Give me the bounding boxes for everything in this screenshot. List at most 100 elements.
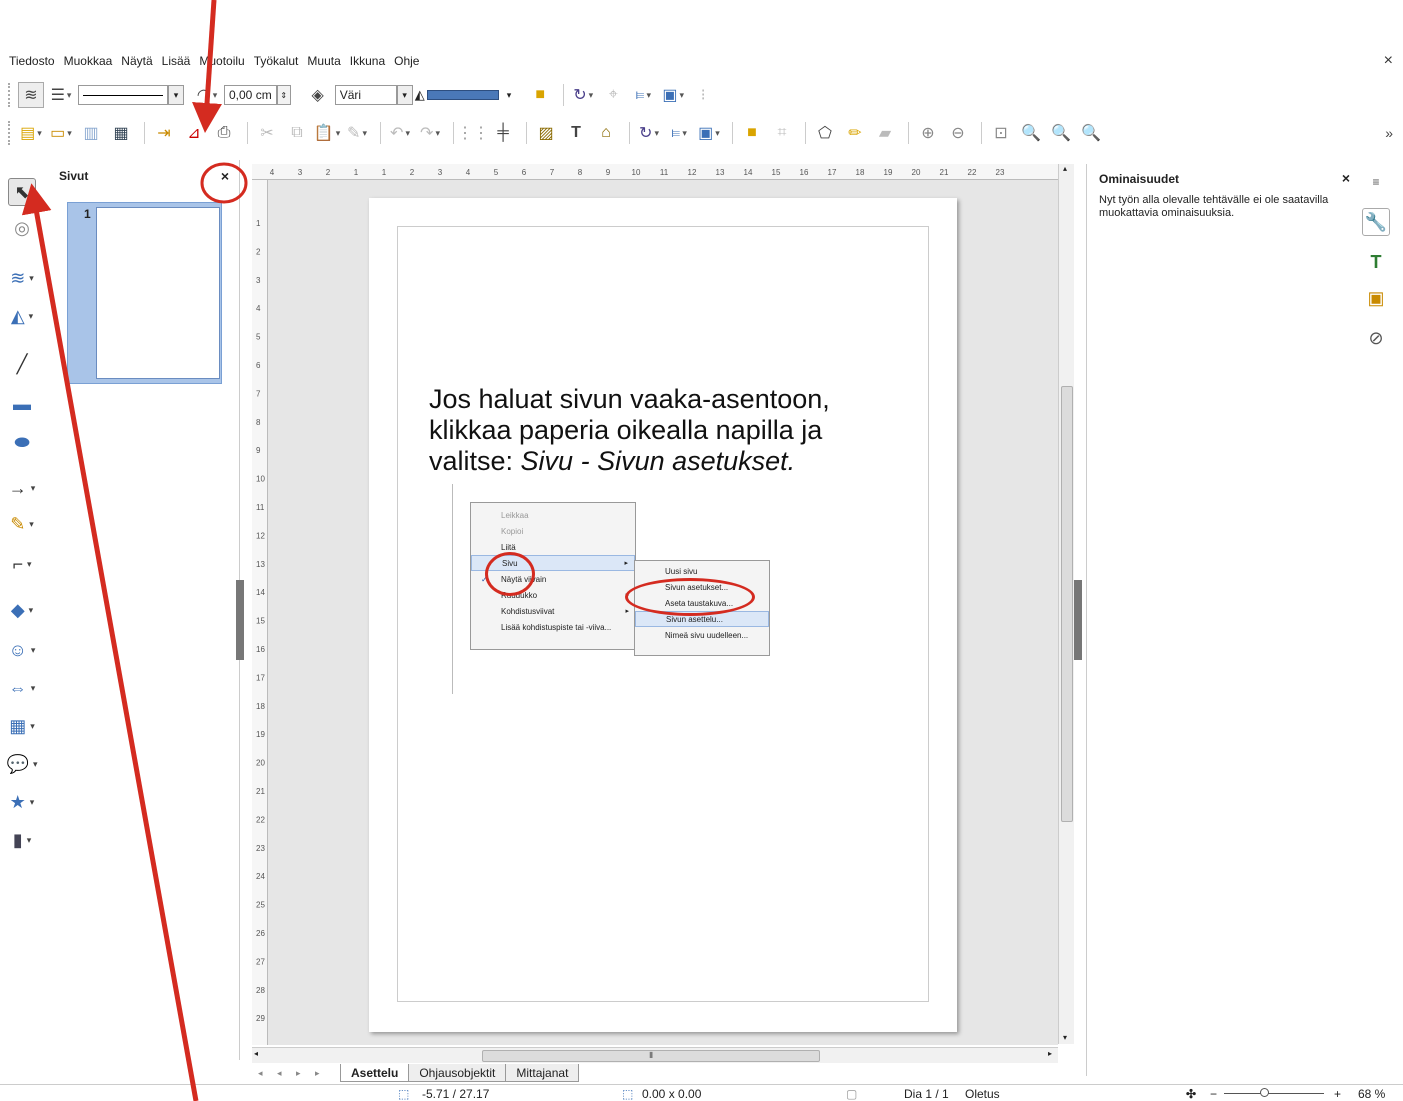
- pane-splitter[interactable]: [236, 580, 244, 660]
- slide-thumbnail[interactable]: 1: [67, 202, 222, 384]
- copy-icon[interactable]: ⧉: [284, 120, 310, 146]
- arrange-icon[interactable]: ▣: [660, 82, 686, 108]
- arrange-icon[interactable]: ▣: [696, 120, 722, 146]
- group-icon[interactable]: ⊕: [915, 120, 941, 146]
- instruction-text[interactable]: Jos haluat sivun vaaka-asentoon, klikkaa…: [429, 384, 929, 477]
- fill-color-icon[interactable]: ◭ ▾: [8, 302, 36, 330]
- line-tool-icon[interactable]: ╱: [8, 350, 36, 378]
- open-icon[interactable]: ▭: [48, 120, 74, 146]
- glue-point-icon[interactable]: ⌖: [600, 82, 626, 108]
- align-icon[interactable]: ⫢: [630, 82, 656, 108]
- basic-shapes-icon[interactable]: ◆ ▾: [8, 596, 36, 624]
- master-name[interactable]: Oletus: [965, 1087, 1000, 1101]
- styles-icon[interactable]: ≋: [18, 82, 44, 108]
- points-icon[interactable]: ⬠: [812, 120, 838, 146]
- scroll-left-icon[interactable]: ◂: [254, 1049, 258, 1058]
- tab-layout[interactable]: Asettelu: [340, 1064, 410, 1082]
- menu-tyokalut[interactable]: Työkalut: [254, 54, 299, 68]
- tab-dimension-lines[interactable]: Mittajanat: [505, 1064, 580, 1082]
- undo-icon[interactable]: ↶: [387, 120, 413, 146]
- zoom-object-icon[interactable]: 🔍: [1078, 120, 1104, 146]
- save-as-icon[interactable]: ▦: [108, 120, 134, 146]
- sidebar-menu-icon[interactable]: ≡: [1362, 168, 1390, 196]
- tab-controls[interactable]: Ohjausobjektit: [408, 1064, 507, 1082]
- rectangle-tool-icon[interactable]: ▬: [8, 390, 36, 418]
- fill-bucket-icon[interactable]: ◭: [415, 87, 425, 103]
- arrow-line-icon[interactable]: → ▾: [8, 474, 36, 502]
- block-arrows-icon[interactable]: ⇔ ▾: [8, 674, 36, 702]
- menu-muuta[interactable]: Muuta: [307, 54, 340, 68]
- navigator-icon[interactable]: ⊘: [1362, 324, 1390, 352]
- curve-tool-icon[interactable]: ✎ ▾: [8, 510, 36, 538]
- clone-formatting-icon[interactable]: ✎: [344, 120, 370, 146]
- align-icon[interactable]: ⫢: [666, 120, 692, 146]
- menu-muotoilu[interactable]: Muotoilu: [199, 54, 244, 68]
- zoom-icon[interactable]: 🔍: [1018, 120, 1044, 146]
- menu-nayta[interactable]: Näytä: [121, 54, 152, 68]
- vertical-ruler[interactable]: 1 2 3 4 5 6 7 8 9 10 11 12 13 14 15 16 17 18 19 20 21 22 23 24 2…: [252, 180, 268, 1045]
- sidebar-close-button[interactable]: ×: [1342, 170, 1350, 186]
- save-icon[interactable]: ▥: [78, 120, 104, 146]
- zoom-in-button[interactable]: +: [1334, 1087, 1341, 1101]
- paste-icon[interactable]: 📋: [314, 120, 340, 146]
- slide-pane-close-button[interactable]: ×: [221, 168, 229, 184]
- more-tools-icon[interactable]: »: [1385, 125, 1393, 141]
- select-icon[interactable]: ⬉: [8, 178, 36, 206]
- close-document-button[interactable]: ×: [1384, 52, 1393, 70]
- menu-lisaa[interactable]: Lisää: [162, 54, 191, 68]
- connector-tool-icon[interactable]: ⌐ ▾: [8, 550, 36, 578]
- symbol-shapes-icon[interactable]: ☺ ▾: [8, 636, 36, 664]
- zoom-level[interactable]: 68 %: [1358, 1087, 1385, 1101]
- distribute-icon[interactable]: ⁝: [690, 82, 716, 108]
- fit-page-icon[interactable]: ✣: [1186, 1087, 1196, 1101]
- page-icon[interactable]: ⊡: [988, 120, 1014, 146]
- ungroup-icon[interactable]: ⊖: [945, 120, 971, 146]
- ellipse-tool-icon[interactable]: ⬬: [8, 428, 36, 456]
- new-icon[interactable]: ▤: [18, 120, 44, 146]
- zoom-page-icon[interactable]: 🔍: [1048, 120, 1074, 146]
- flowchart-icon[interactable]: ▦ ▾: [8, 712, 36, 740]
- scroll-up-icon[interactable]: ▴: [1063, 164, 1067, 173]
- fill-color-select[interactable]: [426, 90, 499, 100]
- horizontal-scrollbar[interactable]: ◂ ⫴ ▸: [252, 1047, 1058, 1063]
- area-style-select[interactable]: Väri: [334, 85, 397, 105]
- document-modified-icon[interactable]: ▢: [846, 1087, 857, 1101]
- chevron-down-icon[interactable]: ▾: [507, 90, 512, 101]
- vertical-scrollbar[interactable]: ▴ ▾: [1058, 164, 1074, 1044]
- properties-icon[interactable]: 🔧: [1362, 208, 1390, 236]
- show-draw-functions-icon[interactable]: ✏: [842, 120, 868, 146]
- menu-ohje[interactable]: Ohje: [394, 54, 419, 68]
- toolbar-grip[interactable]: [8, 121, 12, 145]
- image-icon[interactable]: ▨: [533, 120, 559, 146]
- textbox-icon[interactable]: T: [563, 120, 589, 146]
- horizontal-ruler[interactable]: 4 3 2 1 1 2 3 4 5 6 7 8 9 10 11 12 13 14 15 16 17 18 19 20 21 22 2…: [252, 164, 1067, 180]
- scroll-down-icon[interactable]: ▾: [1063, 1033, 1067, 1042]
- menu-muokkaa[interactable]: Muokkaa: [64, 54, 113, 68]
- sidebar-splitter[interactable]: [1074, 580, 1082, 660]
- horizontal-scroll-thumb[interactable]: ⫴: [482, 1050, 820, 1062]
- line-width-field[interactable]: 0,00 cm: [224, 85, 277, 105]
- chevron-down-icon[interactable]: ▾: [168, 85, 184, 105]
- slide-workspace[interactable]: Jos haluat sivun vaaka-asentoon, klikkaa…: [268, 180, 1058, 1045]
- line-icon[interactable]: ☰: [48, 82, 74, 108]
- export-pdf-icon[interactable]: ⊿: [181, 120, 207, 146]
- shadow-icon[interactable]: ■: [527, 82, 553, 108]
- cut-icon[interactable]: ✂: [254, 120, 280, 146]
- export-icon[interactable]: ⇥: [151, 120, 177, 146]
- area-style-icon[interactable]: ◈: [305, 82, 331, 108]
- 3d-objects-icon[interactable]: ▮ ▾: [8, 826, 36, 854]
- callouts-icon[interactable]: 💬 ▾: [7, 750, 38, 778]
- gallery-icon[interactable]: ▣: [1362, 284, 1390, 312]
- rotate-icon[interactable]: ↻: [636, 120, 662, 146]
- scroll-right-icon[interactable]: ▸: [1048, 1049, 1052, 1058]
- extrusion-icon[interactable]: ▰: [872, 120, 898, 146]
- toolbar-grip[interactable]: [8, 83, 12, 107]
- helplines-icon[interactable]: ╪: [490, 120, 516, 146]
- spinner-icon[interactable]: ⇕: [276, 85, 291, 105]
- fontwork-icon[interactable]: ⌂: [593, 120, 619, 146]
- crop-icon[interactable]: ⌗: [769, 120, 795, 146]
- line-style-select[interactable]: [78, 85, 168, 105]
- zoom-pan-icon[interactable]: ◎: [8, 214, 36, 242]
- vertical-scroll-thumb[interactable]: [1061, 386, 1073, 822]
- slide-page[interactable]: Jos haluat sivun vaaka-asentoon, klikkaa…: [369, 198, 957, 1032]
